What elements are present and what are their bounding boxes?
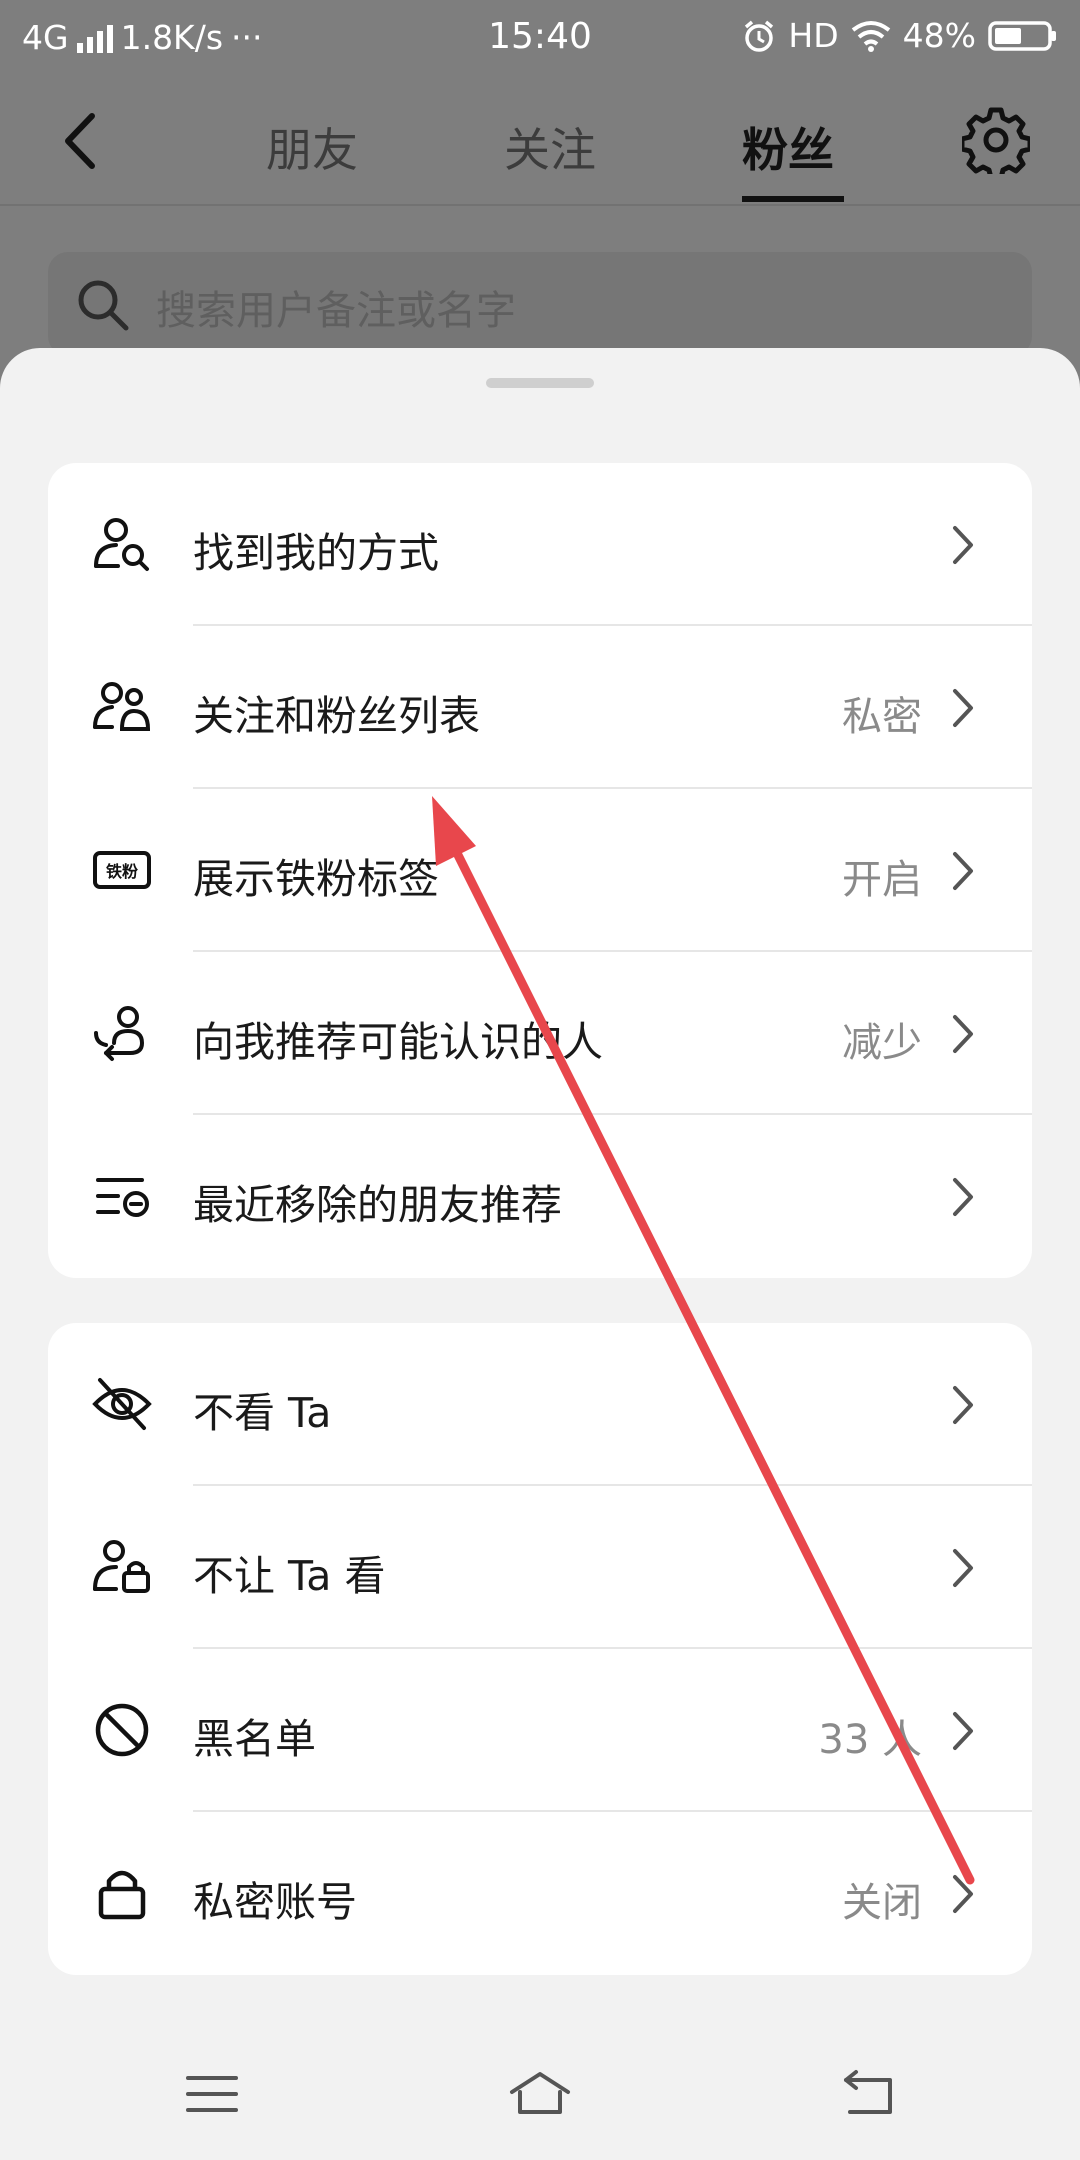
- user-lock-icon: [93, 1540, 150, 1593]
- row-label: 不让 Ta 看: [193, 1552, 386, 1600]
- search-bar[interactable]: 搜索用户备注或名字: [48, 252, 1032, 356]
- users-icon: [93, 682, 151, 731]
- row-blacklist[interactable]: 黑名单 33 人: [48, 1649, 1032, 1812]
- badge-text: 铁粉: [106, 862, 138, 881]
- chevron-right-icon: [953, 1178, 973, 1216]
- chevron-right-icon: [953, 689, 973, 727]
- sheet-drag-handle[interactable]: [486, 378, 594, 388]
- row-private-account[interactable]: 私密账号 关闭: [48, 1812, 1032, 1975]
- row-recommend-people[interactable]: 向我推荐可能认识的人 减少: [48, 952, 1032, 1115]
- wifi-icon: [851, 20, 890, 52]
- bottom-sheet: 找到我的方式 关注和粉丝列表 私密 铁粉 展示铁粉标签 开启 向我推荐可能认识的…: [0, 348, 1080, 2160]
- top-nav: 朋友 关注 粉丝: [0, 76, 1080, 206]
- row-find-me[interactable]: 找到我的方式: [48, 463, 1032, 626]
- tab-fans[interactable]: 粉丝: [742, 114, 834, 180]
- row-label: 展示铁粉标签: [193, 855, 439, 903]
- row-follow-fans-list[interactable]: 关注和粉丝列表 私密: [48, 626, 1032, 789]
- row-value: 减少: [842, 1020, 922, 1066]
- battery-percent: 48%: [902, 16, 976, 55]
- block-icon: [95, 1703, 149, 1757]
- chevron-right-icon: [953, 1015, 973, 1053]
- active-tab-indicator: [742, 196, 844, 202]
- row-value: 私密: [842, 694, 922, 740]
- status-right: HD 48%: [742, 16, 1058, 55]
- chevron-right-icon: [953, 852, 973, 890]
- tab-friends[interactable]: 朋友: [266, 114, 358, 180]
- hd-indicator: HD: [788, 16, 839, 55]
- status-bar: 4G 1.8K/s ··· 15:40 HD 48%: [0, 0, 1080, 76]
- system-nav-bar: [0, 2040, 1080, 2160]
- chevron-right-icon: [953, 1712, 973, 1750]
- home-icon[interactable]: [508, 2062, 572, 2126]
- row-label: 最近移除的朋友推荐: [193, 1181, 562, 1229]
- row-value: 关闭: [842, 1880, 922, 1926]
- row-label: 向我推荐可能认识的人: [193, 1018, 603, 1066]
- eye-off-icon: [92, 1378, 152, 1430]
- iron-fan-badge-icon: 铁粉: [93, 851, 151, 889]
- search-placeholder: 搜索用户备注或名字: [156, 288, 516, 334]
- back-arrow-icon[interactable]: [56, 106, 116, 176]
- settings-card-discovery: 找到我的方式 关注和粉丝列表 私密 铁粉 展示铁粉标签 开启 向我推荐可能认识的…: [48, 463, 1032, 1278]
- row-label: 不看 Ta: [193, 1389, 332, 1437]
- chevron-right-icon: [953, 526, 973, 564]
- removed-list-icon: [96, 1178, 149, 1217]
- tab-following[interactable]: 关注: [504, 114, 596, 180]
- row-value: 开启: [842, 857, 922, 903]
- row-label: 关注和粉丝列表: [193, 692, 480, 740]
- row-iron-fan-badge[interactable]: 铁粉 展示铁粉标签 开启: [48, 789, 1032, 952]
- lock-icon: [98, 1870, 146, 1920]
- row-hide-my-posts[interactable]: 不让 Ta 看: [48, 1486, 1032, 1649]
- row-value: 33 人: [818, 1717, 922, 1763]
- back-icon[interactable]: [836, 2062, 900, 2126]
- recommend-person-icon: [94, 1006, 144, 1061]
- chevron-right-icon: [953, 1549, 973, 1587]
- menu-icon[interactable]: [180, 2062, 244, 2126]
- row-label: 找到我的方式: [193, 529, 439, 577]
- chevron-right-icon: [953, 1386, 973, 1424]
- row-label: 私密账号: [193, 1878, 357, 1926]
- row-removed-recommendations[interactable]: 最近移除的朋友推荐: [48, 1115, 1032, 1278]
- settings-card-privacy: 不看 Ta 不让 Ta 看 黑名单 33 人 私密账号 关闭: [48, 1323, 1032, 1975]
- chevron-right-icon: [953, 1875, 973, 1913]
- search-icon: [78, 280, 129, 331]
- battery-icon: [988, 20, 1056, 51]
- gear-icon[interactable]: [962, 106, 1030, 174]
- row-label: 黑名单: [193, 1715, 316, 1763]
- user-search-icon: [94, 518, 149, 571]
- alarm-icon: [745, 20, 774, 52]
- row-hide-their-posts[interactable]: 不看 Ta: [48, 1323, 1032, 1486]
